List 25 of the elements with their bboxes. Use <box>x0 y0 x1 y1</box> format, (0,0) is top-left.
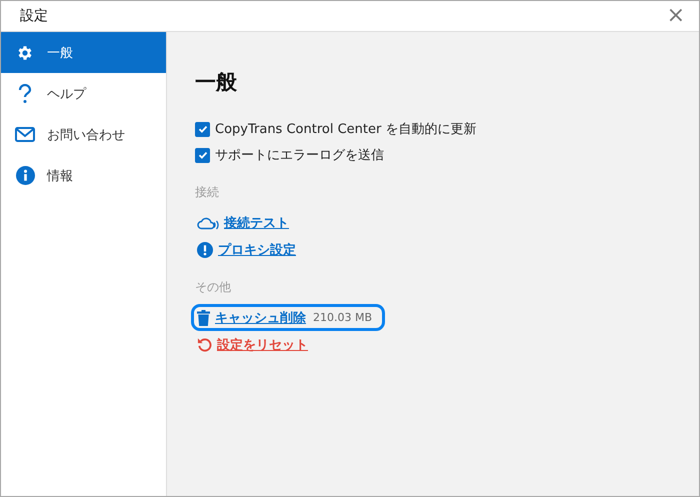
trash-icon <box>197 310 210 326</box>
section-title: その他 <box>195 279 232 296</box>
close-button[interactable]: × <box>660 5 691 27</box>
check-icon <box>196 149 208 161</box>
checkbox-label: サポートにエラーログを送信 <box>215 147 384 164</box>
checkbox-label: CopyTrans Control Center を自動的に更新 <box>215 121 476 138</box>
question-icon <box>18 84 32 104</box>
window-title: 設定 <box>20 7 48 25</box>
settings-icon <box>16 44 34 62</box>
page-heading: 一般 <box>195 69 238 96</box>
alert-icon <box>197 242 213 258</box>
link[interactable]: プロキシ設定 <box>218 240 296 258</box>
link[interactable]: 接続テスト <box>224 214 289 232</box>
mail-icon <box>15 127 35 142</box>
cloud-icon <box>197 216 219 230</box>
check-icon <box>196 123 208 135</box>
info-icon <box>16 166 34 185</box>
cache-size: 210.03 MB <box>313 311 372 324</box>
reset-icon <box>197 337 212 352</box>
link[interactable]: 設定をリセット <box>217 336 308 354</box>
section-title: 接続 <box>195 184 220 201</box>
checkbox[interactable] <box>195 148 210 162</box>
checkbox[interactable] <box>195 122 210 136</box>
link[interactable]: キャッシュ削除 <box>215 308 306 326</box>
sidebar-item[interactable]: 一般 <box>1 32 166 73</box>
